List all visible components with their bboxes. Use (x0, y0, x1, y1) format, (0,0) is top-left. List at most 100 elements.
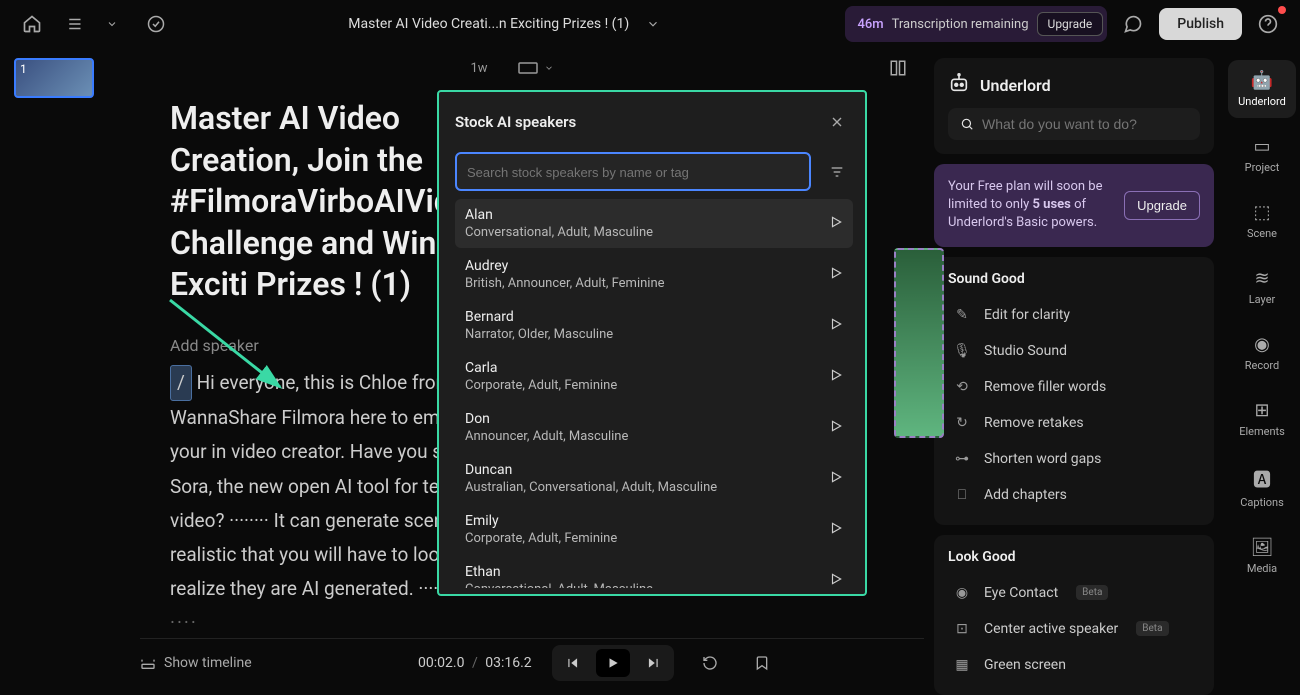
nav-record[interactable]: ◉Record (1228, 324, 1296, 382)
chevron-down-icon[interactable] (637, 8, 669, 40)
width-selector[interactable]: 1w (470, 61, 487, 76)
speaker-tags: Conversational, Adult, Masculine (465, 225, 829, 240)
play-icon[interactable] (829, 266, 843, 284)
scene-icon: ⬚ (1253, 202, 1270, 223)
help-icon[interactable] (1252, 8, 1284, 40)
speaker-row[interactable]: Alan Conversational, Adult, Masculine (455, 199, 853, 248)
upgrade-notice: Your Free plan will soon be limited to o… (934, 164, 1214, 247)
skip-forward-icon[interactable] (636, 649, 670, 677)
speaker-search[interactable] (455, 152, 811, 191)
play-icon[interactable] (829, 572, 843, 589)
play-icon[interactable] (829, 521, 843, 539)
media-preview[interactable] (894, 248, 944, 438)
show-timeline-button[interactable]: Show timeline (140, 655, 252, 671)
upgrade-button-sm[interactable]: Upgrade (1037, 12, 1104, 36)
underlord-title: Underlord (980, 76, 1051, 95)
home-icon[interactable] (16, 8, 48, 40)
project-title-area: Master AI Video Creati...n Exciting Priz… (184, 8, 833, 40)
layout-icon[interactable] (882, 52, 914, 84)
look-good-card: Look Good ◉Eye ContactBeta ⊡Center activ… (934, 535, 1214, 695)
speaker-row[interactable]: Duncan Australian, Conversational, Adult… (455, 454, 853, 503)
speaker-row[interactable]: Carla Corporate, Adult, Feminine (455, 352, 853, 401)
time-display: 00:02.0 / 03:16.2 (418, 655, 532, 671)
chat-icon[interactable] (1117, 8, 1149, 40)
play-icon[interactable] (829, 470, 843, 488)
eye-icon: ◉ (952, 585, 972, 601)
speaker-name: Audrey (465, 258, 829, 274)
transcript-line: WannaShare Filmora here to empow (170, 406, 475, 429)
transcript-line: video? ········ It can generate scenes (170, 509, 464, 532)
nav-captions[interactable]: 🅰Captions (1228, 456, 1296, 519)
tool-remove-retakes[interactable]: ↻Remove retakes (948, 407, 1200, 439)
skip-back-icon[interactable] (556, 649, 590, 677)
transcription-time: 46m (857, 17, 883, 32)
chevron-down-icon[interactable] (96, 8, 128, 40)
upgrade-button[interactable]: Upgrade (1124, 191, 1200, 220)
nav-underlord[interactable]: 🤖Underlord (1228, 60, 1296, 118)
look-good-title: Look Good (948, 549, 1200, 565)
scene-thumbs: 1 (0, 48, 110, 688)
tool-remove-filler[interactable]: ⟲Remove filler words (948, 371, 1200, 403)
speaker-tags: Narrator, Older, Masculine (465, 327, 829, 342)
speaker-row[interactable]: Don Announcer, Adult, Masculine (455, 403, 853, 452)
publish-button[interactable]: Publish (1159, 8, 1242, 40)
tool-studio-sound[interactable]: 🎙Studio Sound (948, 335, 1200, 367)
nav-scene[interactable]: ⬚Scene (1228, 192, 1296, 250)
scene-thumb[interactable]: 1 (14, 58, 94, 98)
speaker-list: Alan Conversational, Adult, Masculine Au… (455, 199, 853, 588)
loop-icon[interactable] (694, 647, 726, 679)
speaker-tags: Corporate, Adult, Feminine (465, 378, 829, 393)
underlord-search-input[interactable] (982, 116, 1188, 132)
show-timeline-label: Show timeline (164, 655, 252, 671)
slash-marker[interactable]: / (170, 365, 192, 401)
aspect-selector[interactable] (518, 62, 554, 74)
project-title[interactable]: Master AI Video Creati...n Exciting Priz… (348, 16, 629, 32)
speaker-row[interactable]: Ethan Conversational, Adult, Masculine (455, 556, 853, 588)
transcript-line: realize they are AI generated. ········ (170, 577, 458, 600)
check-icon[interactable] (140, 8, 172, 40)
tool-shorten-gaps[interactable]: ⊶Shorten word gaps (948, 443, 1200, 475)
speaker-tags: Australian, Conversational, Adult, Mascu… (465, 480, 829, 495)
bookmark-icon[interactable] (746, 647, 778, 679)
tool-eye-contact[interactable]: ◉Eye ContactBeta (948, 577, 1200, 609)
speaker-name: Carla (465, 360, 829, 376)
transcription-label: Transcription remaining (892, 17, 1029, 32)
nav-elements[interactable]: ⊞Elements (1228, 390, 1296, 448)
play-icon[interactable] (829, 215, 843, 233)
filter-icon[interactable] (821, 156, 853, 188)
menu-icon[interactable] (60, 8, 92, 40)
scene-number: 1 (20, 62, 27, 76)
nav-media[interactable]: 🖼Media (1228, 527, 1296, 585)
speaker-row[interactable]: Emily Corporate, Adult, Feminine (455, 505, 853, 554)
transcription-pill: 46m Transcription remaining Upgrade (845, 6, 1107, 42)
tool-edit-clarity[interactable]: ✎Edit for clarity (948, 299, 1200, 331)
nav-project[interactable]: ▭Project (1228, 126, 1296, 184)
vertical-nav: 🤖Underlord ▭Project ⬚Scene ≋Layer ◉Recor… (1224, 48, 1300, 688)
close-icon[interactable] (821, 106, 853, 138)
mic-icon: 🎙 (952, 343, 972, 359)
speaker-row[interactable]: Audrey British, Announcer, Adult, Femini… (455, 250, 853, 299)
play-icon[interactable] (829, 317, 843, 335)
underlord-search[interactable] (948, 108, 1200, 140)
refresh-icon: ↻ (952, 415, 972, 431)
nav-layer[interactable]: ≋Layer (1228, 258, 1296, 316)
strike-icon: ⟲ (952, 379, 972, 395)
play-controls (552, 645, 674, 681)
speaker-name: Duncan (465, 462, 829, 478)
play-icon[interactable] (829, 419, 843, 437)
speaker-row[interactable]: Bernard Narrator, Older, Masculine (455, 301, 853, 350)
media-icon: 🖼 (1251, 537, 1274, 558)
speaker-tags: Announcer, Adult, Masculine (465, 429, 829, 444)
screen-icon: ▦ (952, 657, 972, 673)
tool-green-screen[interactable]: ▦Green screen (948, 649, 1200, 681)
play-icon[interactable] (829, 368, 843, 386)
transcript-line: Sora, the new open AI tool for text t (170, 475, 466, 498)
script-title[interactable]: Master AI Video Creation, Join the #Film… (110, 88, 470, 336)
stock-speakers-modal: Stock AI speakers Alan Conversational, A… (437, 90, 867, 596)
tool-add-chapters[interactable]: ⎕Add chapters (948, 479, 1200, 511)
play-icon[interactable] (596, 649, 630, 677)
speaker-search-input[interactable] (467, 165, 799, 180)
tool-center-speaker[interactable]: ⊡Center active speakerBeta (948, 613, 1200, 645)
speaker-name: Alan (465, 207, 829, 223)
sound-good-card: Sound Good ✎Edit for clarity 🎙Studio Sou… (934, 257, 1214, 525)
